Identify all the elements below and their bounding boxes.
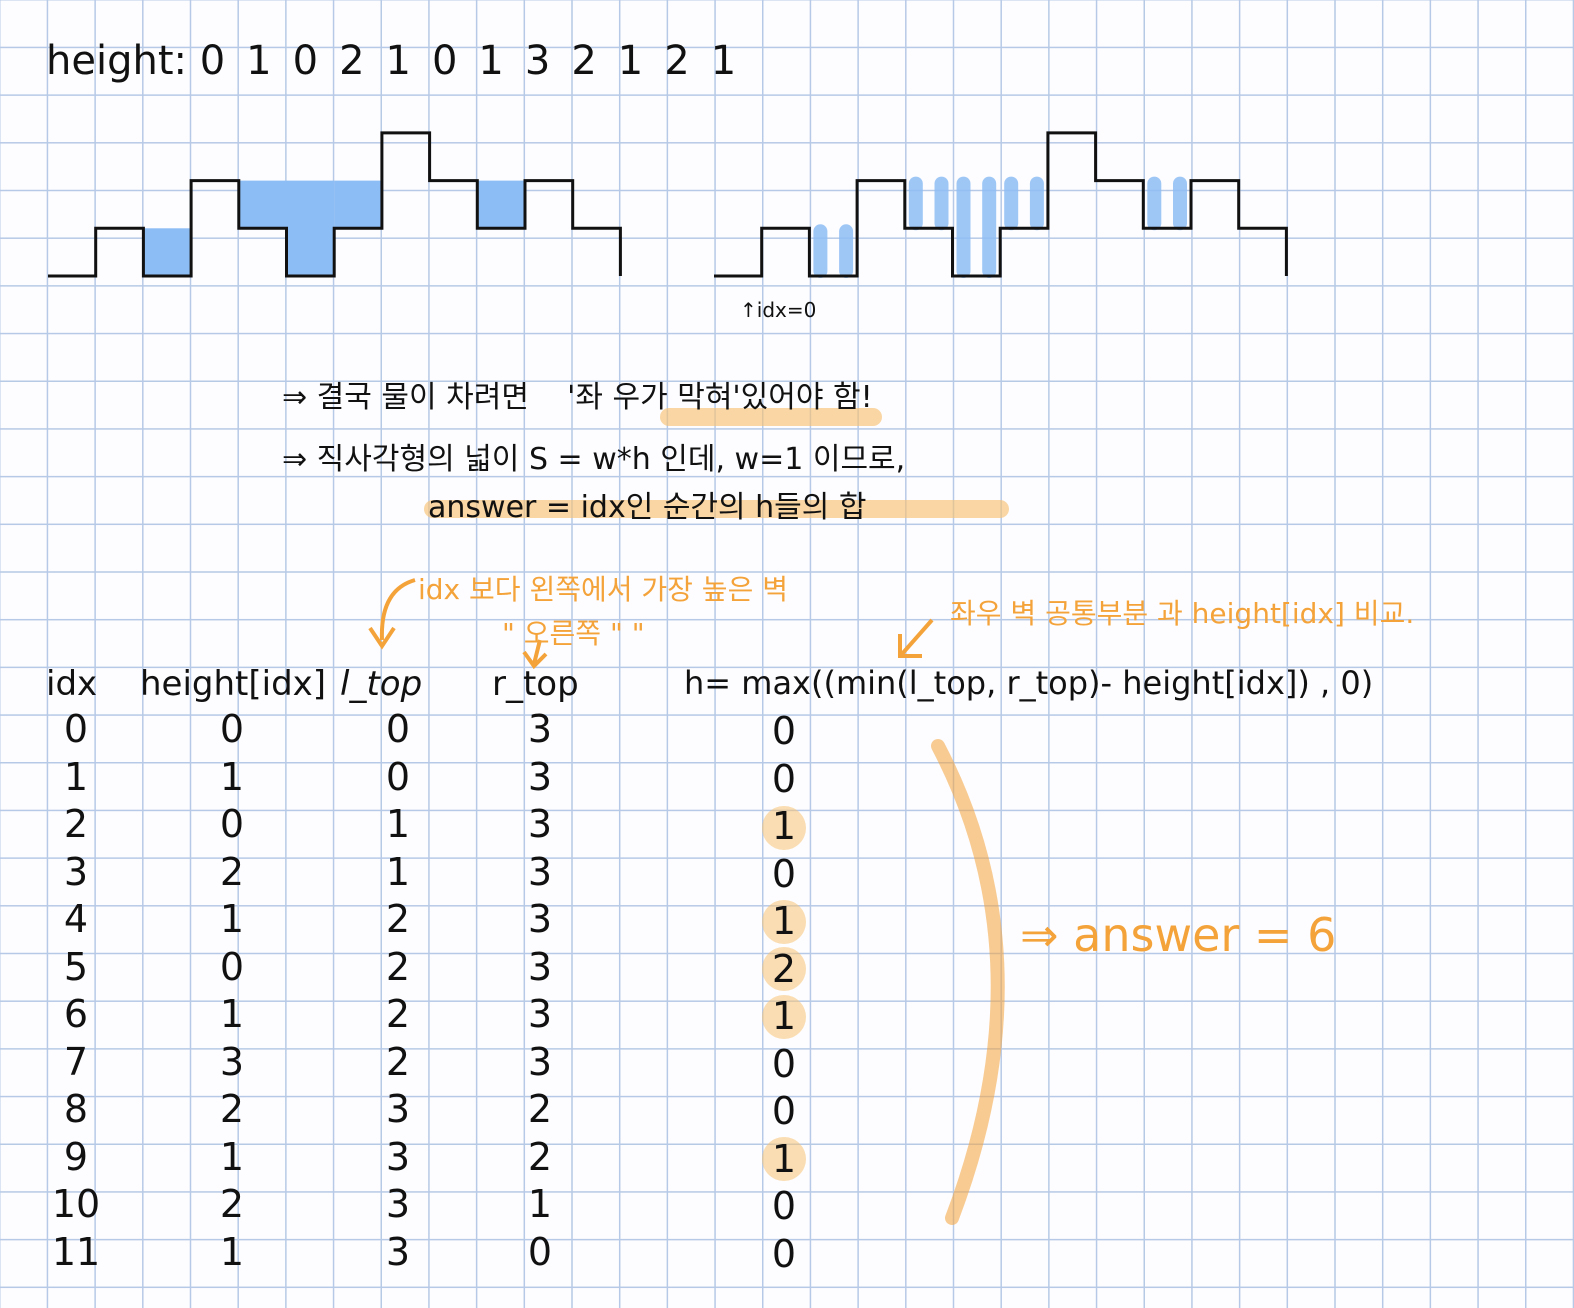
table-cell: 1	[385, 802, 411, 846]
water-bar	[1029, 176, 1044, 231]
water-bar	[956, 176, 971, 278]
table-cell: 3	[385, 1134, 411, 1179]
bracket	[931, 739, 1005, 1225]
table-cell: 0	[527, 1229, 553, 1274]
table-cell: 0	[771, 756, 797, 801]
table-cell: 3	[527, 992, 553, 1036]
table-cell: 6	[63, 992, 89, 1036]
table-cell: 11	[51, 1229, 101, 1274]
up-arrow-icon: ↑	[740, 298, 757, 322]
table-cell: 2	[385, 897, 411, 941]
table-cell: 3	[527, 707, 553, 751]
table-cell: 2	[219, 849, 245, 894]
table-cell: 2	[385, 992, 411, 1036]
table-cell: 7	[63, 1039, 89, 1084]
table-cell: 1	[771, 1136, 797, 1181]
table-cell: 5	[63, 944, 89, 989]
note-line-2: ⇒ 직사각형의 넓이 S = w*h 인데, w=1 이므로,	[282, 442, 906, 477]
water-cell	[143, 228, 192, 276]
answer-result: ⇒ answer = 6	[1020, 908, 1337, 962]
table-cell: 0	[219, 707, 245, 751]
water-bar	[1173, 176, 1187, 231]
table-cell: 3	[219, 1039, 245, 1084]
table-cell: 2	[219, 1087, 245, 1131]
down-arrow-icon	[379, 578, 416, 641]
column-height: 010210132121	[196, 706, 268, 1276]
table-cell: 1	[527, 1182, 553, 1226]
table-cell: 2	[385, 944, 411, 989]
water-bar	[982, 176, 997, 278]
column-idx: 0 1 2 3 4 5 6 7 8 9 10 11	[40, 706, 112, 1276]
table-cell: 1	[219, 897, 245, 941]
table-cell: 1	[219, 754, 245, 799]
water-bar	[813, 224, 828, 278]
diagonal-arrow-icon	[898, 618, 934, 658]
header-h-formula: h= max((min(l_top, r_top)- height[idx]) …	[684, 664, 1374, 702]
table-cell: 2	[527, 1087, 553, 1131]
header-idx: idx	[46, 664, 98, 704]
table-cell: 3	[63, 849, 89, 894]
table-cell: 1	[385, 849, 411, 894]
table-cell: 1	[771, 804, 797, 848]
table-cell: 1	[63, 754, 89, 799]
idx-pointer-label: ↑idx=0	[740, 298, 817, 322]
water-bar	[934, 176, 949, 231]
table-cell: 0	[771, 1089, 797, 1133]
table-cell: 0	[771, 1041, 797, 1086]
table-cell: 0	[385, 707, 411, 751]
elevation-outline	[714, 131, 1288, 278]
table-cell: 8	[63, 1087, 89, 1131]
table-cell: 1	[219, 1134, 245, 1179]
water-cell	[477, 180, 525, 229]
table-cell: 0	[219, 802, 245, 846]
table-cell: 0	[385, 754, 411, 799]
table-cell: 3	[527, 1039, 553, 1084]
l-top-annotation: idx 보다 왼쪽에서 가장 높은 벽	[418, 573, 788, 606]
table-cell: 3	[527, 944, 553, 989]
column-l-top: 001122223333	[362, 706, 434, 1276]
table-cell: 1	[771, 994, 797, 1038]
table-cell: 9	[63, 1134, 89, 1179]
header-r-top: r_top	[492, 664, 579, 704]
table-cell: 3	[527, 754, 553, 799]
table-cell: 2	[219, 1182, 245, 1226]
table-cell: 4	[63, 897, 89, 941]
table-cell: 1	[771, 899, 797, 943]
h-annotation: 좌우 벽 공통부분 과 height[idx] 비교.	[950, 597, 1415, 630]
table-cell: 3	[385, 1229, 411, 1274]
table-cell: 3	[527, 897, 553, 941]
water-bar	[1004, 176, 1019, 231]
table-cell: 0	[771, 1184, 797, 1228]
r-top-annotation: " 오른쪽 " "	[502, 617, 645, 650]
water-bar	[908, 176, 923, 231]
table-cell: 0	[63, 707, 89, 751]
table-cell: 3	[385, 1087, 411, 1131]
water-cell	[238, 180, 287, 229]
table-cell: 1	[219, 1229, 245, 1274]
table-cell: 0	[771, 851, 797, 896]
water-bar	[839, 224, 854, 278]
table-cell: 3	[527, 849, 553, 894]
table-cell: 0	[771, 709, 797, 753]
table-cell: 0	[771, 1231, 797, 1276]
table-cell: 2	[527, 1134, 553, 1179]
table-cell: 3	[527, 802, 553, 846]
note-line-1: ⇒ 결국 물이 차려면 '좌 우가 막혀'있어야 함!	[282, 380, 873, 415]
header-height: height[idx]	[140, 664, 327, 704]
water-bar	[1147, 176, 1162, 231]
table-cell: 2	[771, 946, 797, 991]
table-cell: 2	[63, 802, 89, 846]
table-cell: 0	[219, 944, 245, 989]
column-r-top: 333333332210	[504, 706, 576, 1276]
column-h: 001012100100	[748, 708, 820, 1278]
note-line-3: answer = idx인 순간의 h들의 합	[428, 490, 867, 525]
header-l-top: l_top	[340, 664, 423, 704]
table-cell: 2	[385, 1039, 411, 1084]
water-cell	[334, 180, 382, 229]
table-cell: 3	[385, 1182, 411, 1226]
table-cell: 1	[219, 992, 245, 1036]
table-cell: 10	[51, 1182, 101, 1226]
water-cell	[286, 180, 335, 276]
